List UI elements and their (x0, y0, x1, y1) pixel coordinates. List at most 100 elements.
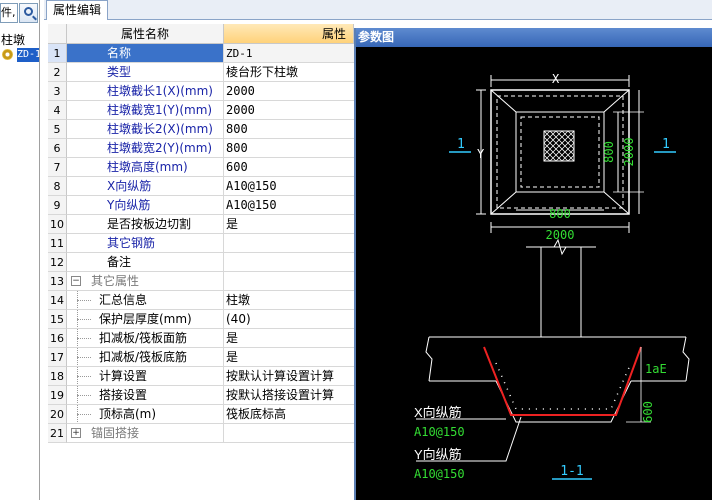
expand-icon[interactable]: + (71, 428, 81, 438)
label-dim-800-v: 800 (602, 141, 616, 163)
property-value-cell[interactable]: 柱墩 (224, 291, 354, 310)
cad-drawing: X Y 800 2000 800 2000 1 1 1aE 600 X向纵筋 A… (414, 72, 690, 481)
row-number: 13 (48, 272, 67, 291)
tree-category-zhudun[interactable]: 柱墩 (1, 31, 25, 48)
table-row[interactable]: 11 其它钢筋 (48, 234, 354, 253)
property-value-cell[interactable]: 是 (224, 329, 354, 348)
property-value-cell[interactable]: 按默认搭接设置计算 (224, 386, 354, 405)
table-row[interactable]: 3 柱墩截长1(X)(mm) 2000 (48, 82, 354, 101)
table-row[interactable]: 7 柱墩高度(mm) 600 (48, 158, 354, 177)
tree-item-zd1[interactable]: ZD-1 (1, 47, 39, 63)
property-name-cell[interactable]: + 锚固搭接 (67, 424, 224, 443)
property-name-cell[interactable]: − 其它属性 (67, 272, 224, 291)
property-value-cell[interactable]: 是 (224, 215, 354, 234)
collapse-icon[interactable]: − (71, 276, 81, 286)
row-number: 12 (48, 253, 67, 272)
property-name-cell[interactable]: 是否按板边切割 (67, 215, 224, 234)
property-value-cell[interactable]: A10@150 (224, 177, 354, 196)
property-name-cell[interactable]: 计算设置 (67, 367, 224, 386)
section-view (416, 238, 690, 480)
table-row[interactable]: 15 保护层厚度(mm) (40) (48, 310, 354, 329)
property-value-cell[interactable]: 600 (224, 158, 354, 177)
label-dim-800-h: 800 (549, 207, 571, 221)
property-value-cell[interactable]: 按默认计算设置计算 (224, 367, 354, 386)
table-row[interactable]: 5 柱墩截长2(X)(mm) 800 (48, 120, 354, 139)
table-row[interactable]: 13− 其它属性 (48, 272, 354, 291)
table-row[interactable]: 10 是否按板边切割 是 (48, 215, 354, 234)
property-name-cell[interactable]: X向纵筋 (67, 177, 224, 196)
property-name-cell[interactable]: 柱墩截宽1(Y)(mm) (67, 101, 224, 120)
table-row[interactable]: 8 X向纵筋 A10@150 (48, 177, 354, 196)
property-name-cell[interactable]: 搭接设置 (67, 386, 224, 405)
property-name-cell[interactable]: 柱墩高度(mm) (67, 158, 224, 177)
property-value-cell[interactable]: 800 (224, 120, 354, 139)
property-name-cell[interactable]: 类型 (67, 63, 224, 82)
property-name-cell[interactable]: 名称 (67, 44, 224, 63)
property-name-cell[interactable]: Y向纵筋 (67, 196, 224, 215)
table-row[interactable]: 2 类型 棱台形下柱墩 (48, 63, 354, 82)
label-x: X (552, 72, 560, 86)
property-value-cell[interactable]: (40) (224, 310, 354, 329)
table-row[interactable]: 21 + 锚固搭接 (48, 424, 354, 443)
parameter-drawing: X Y 800 2000 800 2000 1 1 1aE 600 X向纵筋 A… (356, 47, 712, 500)
table-row[interactable]: 19 搭接设置 按默认搭接设置计算 (48, 386, 354, 405)
tab-property-edit[interactable]: 属性编辑 (46, 0, 109, 20)
property-name-cell[interactable]: 汇总信息 (67, 291, 224, 310)
table-row[interactable]: 6 柱墩截宽2(Y)(mm) 800 (48, 139, 354, 158)
property-name-cell[interactable]: 柱墩截长1(X)(mm) (67, 82, 224, 101)
row-number: 9 (48, 196, 67, 215)
row-number: 17 (48, 348, 67, 367)
property-value-cell[interactable]: 2000 (224, 82, 354, 101)
table-row[interactable]: 4 柱墩截宽1(Y)(mm) 2000 (48, 101, 354, 120)
table-row[interactable]: 1 名称 ZD-1 (48, 44, 354, 63)
property-name: 其它属性 (91, 274, 140, 288)
property-grid: 属性名称 属性 1 名称 ZD-1 2 类型 棱台形下柱墩 3 柱墩截长1(X)(mm) 200… (48, 24, 354, 500)
search-button[interactable] (19, 3, 38, 23)
header-row-number (48, 24, 67, 44)
figure-title[interactable]: 参数图 (356, 28, 712, 47)
property-value-cell[interactable] (224, 253, 354, 272)
header-property-name[interactable]: 属性名称 (67, 24, 224, 44)
row-number: 1 (48, 44, 67, 63)
table-row[interactable]: 9 Y向纵筋 A10@150 (48, 196, 354, 215)
property-value-cell[interactable]: 棱台形下柱墩 (224, 63, 354, 82)
property-name-cell[interactable]: 柱墩截宽2(Y)(mm) (67, 139, 224, 158)
row-number: 4 (48, 101, 67, 120)
property-value-cell[interactable]: ZD-1 (224, 44, 354, 63)
search-icon (24, 7, 33, 16)
row-number: 18 (48, 367, 67, 386)
property-name-cell[interactable]: 扣减板/筏板面筋 (67, 329, 224, 348)
property-value-cell[interactable]: 筏板底标高 (224, 405, 354, 424)
property-name-cell[interactable]: 柱墩截长2(X)(mm) (67, 120, 224, 139)
tab-bar: 属性编辑 (44, 0, 712, 20)
property-value-cell[interactable] (224, 234, 354, 253)
property-name-cell[interactable]: 顶标高(m) (67, 405, 224, 424)
table-row[interactable]: 18 计算设置 按默认计算设置计算 (48, 367, 354, 386)
corner-line (603, 191, 630, 215)
table-row[interactable]: 12 备注 (48, 253, 354, 272)
property-value-cell[interactable] (224, 424, 354, 443)
header-property-value[interactable]: 属性 (224, 24, 354, 44)
label-section-mark-right: 1 (662, 137, 670, 152)
property-value-cell[interactable]: 是 (224, 348, 354, 367)
property-value-cell[interactable]: 800 (224, 139, 354, 158)
table-row[interactable]: 16 扣减板/筏板面筋 是 (48, 329, 354, 348)
table-row[interactable]: 20 顶标高(m) 筏板底标高 (48, 405, 354, 424)
property-value-cell[interactable]: 2000 (224, 101, 354, 120)
tree-connector (77, 319, 91, 320)
table-row[interactable]: 14 汇总信息 柱墩 (48, 291, 354, 310)
property-name-cell[interactable]: 其它钢筋 (67, 234, 224, 253)
grid-header: 属性名称 属性 (48, 24, 354, 44)
property-name-cell[interactable]: 保护层厚度(mm) (67, 310, 224, 329)
property-value-cell[interactable]: A10@150 (224, 196, 354, 215)
label-y: Y (477, 147, 485, 161)
property-name-cell[interactable]: 扣减板/筏板底筋 (67, 348, 224, 367)
property-value-cell[interactable] (224, 272, 354, 291)
row-number: 6 (48, 139, 67, 158)
table-row[interactable]: 17 扣减板/筏板底筋 是 (48, 348, 354, 367)
property-name: 锚固搭接 (91, 426, 140, 440)
search-input[interactable]: 件, (0, 3, 18, 23)
property-name-cell[interactable]: 备注 (67, 253, 224, 272)
label-x-bar: X向纵筋 (414, 405, 462, 420)
property-name: 汇总信息 (99, 293, 148, 307)
